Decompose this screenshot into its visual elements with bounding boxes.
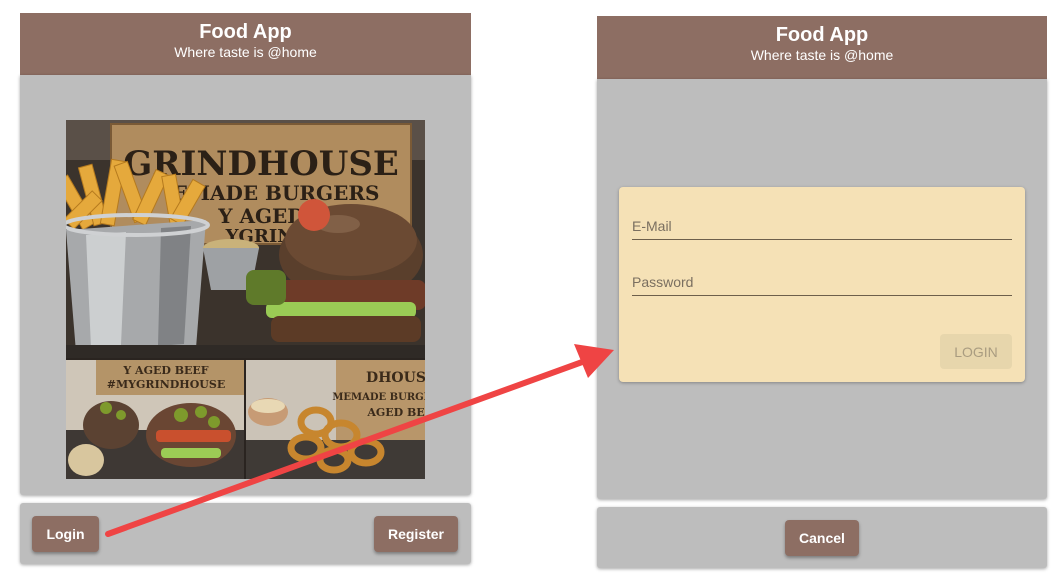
annotation-arrow [105,344,614,537]
